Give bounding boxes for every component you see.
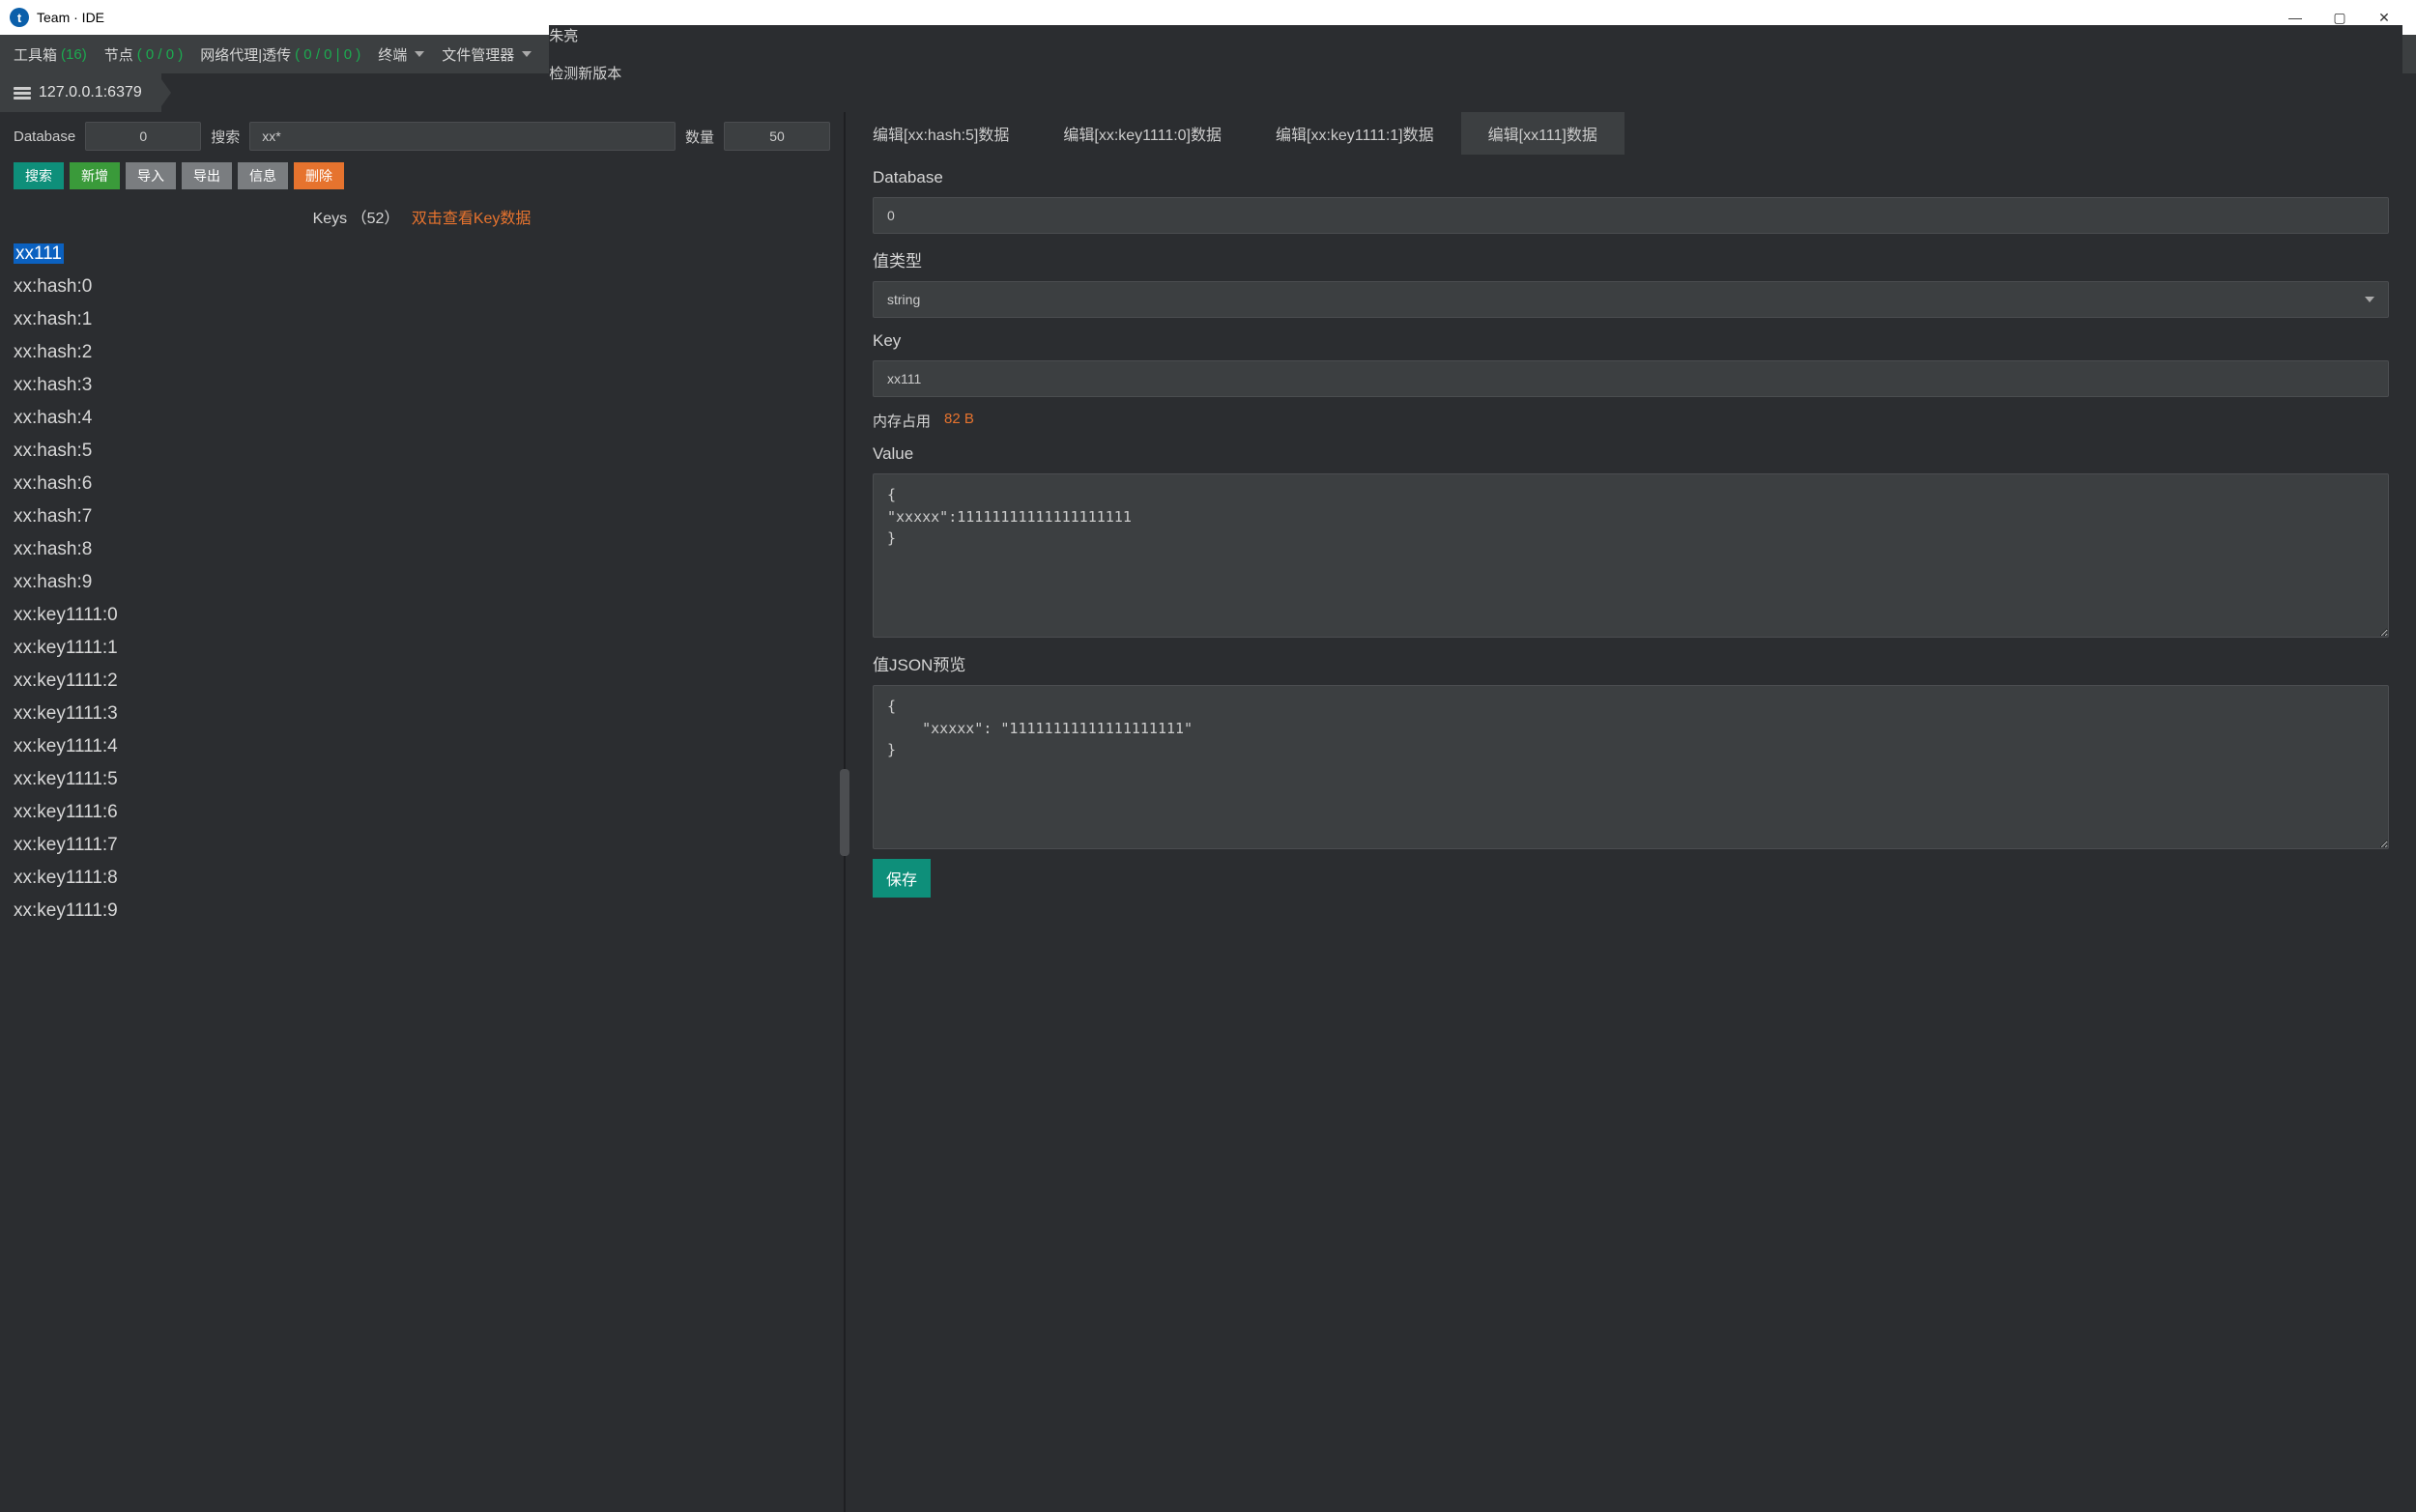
app-logo-icon: t — [10, 8, 29, 27]
key-row[interactable]: xx:hash:6 — [0, 468, 844, 500]
key-row[interactable]: xx:hash:8 — [0, 533, 844, 566]
key-row[interactable]: xx:hash:4 — [0, 402, 844, 435]
key-row[interactable]: xx:key1111:4 — [0, 730, 844, 763]
key-row[interactable]: xx:key1111:5 — [0, 763, 844, 796]
info-button[interactable]: 信息 — [238, 162, 288, 189]
key-row[interactable]: xx:key1111:9 — [0, 895, 844, 927]
key-row[interactable]: xx:hash:7 — [0, 500, 844, 533]
editor-key-input[interactable] — [873, 360, 2389, 397]
key-row[interactable]: xx:hash:3 — [0, 369, 844, 402]
key-row[interactable]: xx:key1111:3 — [0, 698, 844, 730]
editor-value-textarea[interactable] — [873, 473, 2389, 638]
menu-file-manager[interactable]: 文件管理器 — [442, 44, 532, 65]
editor-db-input[interactable] — [873, 197, 2389, 234]
editor-tab[interactable]: 编辑[xx111]数据 — [1461, 112, 1625, 155]
key-row[interactable]: xx:key1111:2 — [0, 665, 844, 698]
editor-key-label: Key — [873, 331, 2389, 351]
editor-json-textarea[interactable] — [873, 685, 2389, 849]
editor-tab[interactable]: 编辑[xx:key1111:1]数据 — [1249, 112, 1461, 155]
editor-value-label: Value — [873, 444, 2389, 464]
memory-value: 82 B — [944, 411, 974, 431]
key-row[interactable]: xx:key1111:0 — [0, 599, 844, 632]
menu-nodes[interactable]: 节点 ( 0 / 0 ) — [104, 44, 184, 65]
key-row[interactable]: xx:hash:5 — [0, 435, 844, 468]
editor-tab[interactable]: 编辑[xx:hash:5]数据 — [846, 112, 1036, 155]
key-row[interactable]: xx:hash:1 — [0, 303, 844, 336]
export-button[interactable]: 导出 — [182, 162, 232, 189]
left-panel: Database 搜索 数量 搜索 新增 导入 导出 信息 删除 Keys （5… — [0, 112, 846, 1512]
keys-header: Keys （52） 双击查看Key数据 — [0, 199, 844, 238]
editor-body: Database 值类型 string Key 内存占用 82 B Value … — [846, 155, 2416, 907]
editor-db-label: Database — [873, 168, 2389, 187]
key-row[interactable]: xx:key1111:8 — [0, 862, 844, 895]
editor-type-label: 值类型 — [873, 247, 2389, 271]
key-row[interactable]: xx:key1111:7 — [0, 829, 844, 862]
search-button[interactable]: 搜索 — [14, 162, 64, 189]
menubar: 工具箱 (16) 节点 ( 0 / 0 ) 网络代理|透传 ( 0 / 0 | … — [0, 35, 2416, 73]
key-row[interactable]: xx:key1111:1 — [0, 632, 844, 665]
search-input[interactable] — [249, 122, 676, 151]
add-button[interactable]: 新增 — [70, 162, 120, 189]
count-input[interactable] — [724, 122, 830, 151]
editor-json-label: 值JSON预览 — [873, 651, 2389, 675]
search-label: 搜索 — [211, 127, 240, 147]
chevron-down-icon — [415, 51, 424, 57]
chevron-down-icon — [522, 51, 532, 57]
connection-address: 127.0.0.1:6379 — [39, 84, 142, 101]
menu-proxy[interactable]: 网络代理|透传 ( 0 / 0 | 0 ) — [200, 44, 360, 65]
memory-label: 内存占用 — [873, 411, 931, 431]
window-title: Team · IDE — [37, 10, 104, 25]
menu-terminal[interactable]: 终端 — [378, 44, 424, 65]
key-row[interactable]: xx111 — [0, 238, 844, 271]
database-label: Database — [14, 128, 75, 145]
key-row[interactable]: xx:hash:9 — [0, 566, 844, 599]
count-label: 数量 — [685, 127, 714, 147]
delete-button[interactable]: 删除 — [294, 162, 344, 189]
chevron-down-icon — [2365, 297, 2374, 302]
menu-user[interactable]: 朱亮 — [549, 25, 2402, 45]
split-handle[interactable] — [840, 769, 849, 856]
connection-tab[interactable]: 127.0.0.1:6379 — [0, 73, 162, 112]
editor-tabs: 编辑[xx:hash:5]数据编辑[xx:key1111:0]数据编辑[xx:k… — [846, 112, 2416, 155]
key-row[interactable]: xx:hash:2 — [0, 336, 844, 369]
key-row[interactable]: xx:hash:0 — [0, 271, 844, 303]
menu-check-version[interactable]: 检测新版本 — [549, 63, 2402, 83]
right-panel: 编辑[xx:hash:5]数据编辑[xx:key1111:0]数据编辑[xx:k… — [846, 112, 2416, 1512]
database-input[interactable] — [85, 122, 201, 151]
save-button[interactable]: 保存 — [873, 859, 931, 898]
keys-hint: 双击查看Key数据 — [412, 211, 532, 227]
import-button[interactable]: 导入 — [126, 162, 176, 189]
key-row[interactable]: xx:key1111:6 — [0, 796, 844, 829]
database-icon — [14, 86, 31, 100]
key-list: xx111xx:hash:0xx:hash:1xx:hash:2xx:hash:… — [0, 238, 844, 1512]
editor-tab[interactable]: 编辑[xx:key1111:0]数据 — [1036, 112, 1249, 155]
menu-toolbox[interactable]: 工具箱 (16) — [14, 44, 87, 65]
editor-type-select[interactable]: string — [873, 281, 2389, 318]
